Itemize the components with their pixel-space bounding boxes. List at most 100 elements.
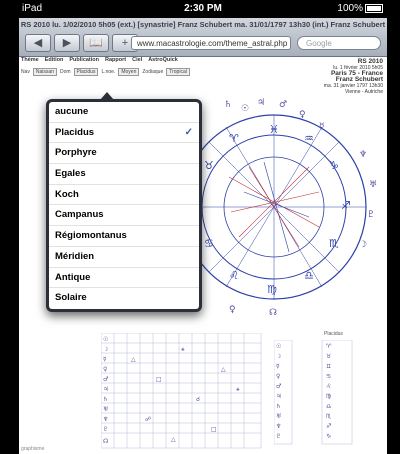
svg-text:⚹: ⚹ xyxy=(181,346,185,353)
battery-indicator: 100% xyxy=(337,3,383,14)
svg-text:♀: ♀ xyxy=(229,305,236,315)
svg-text:□: □ xyxy=(156,376,162,383)
svg-text:☊: ☊ xyxy=(103,438,108,445)
svg-text:♆: ♆ xyxy=(276,423,281,430)
houses-title: Placidus xyxy=(324,331,343,337)
svg-text:☊: ☊ xyxy=(269,308,277,317)
dom-label: Dom xyxy=(59,69,71,75)
option-campanus[interactable]: Campanus xyxy=(49,205,199,227)
option-antique[interactable]: Antique xyxy=(49,268,199,289)
back-button[interactable]: ◀ xyxy=(25,34,51,52)
svg-text:♂: ♂ xyxy=(279,100,287,110)
house-system-list: aucune Placidus ✓ Porphyre Egales Koch Ca… xyxy=(49,102,199,309)
search-field[interactable]: Google xyxy=(297,36,381,50)
option-label: Campanus xyxy=(55,209,104,221)
browser-nav: ◀ ▶ 📖 + xyxy=(25,34,138,52)
battery-label: 100% xyxy=(337,3,363,14)
ipad-frame: iPad 2:30 PM 100% RS 2010 lu. 1/02/2010 … xyxy=(0,0,400,454)
bookmarks-button[interactable]: 📖 xyxy=(83,34,109,52)
site-menu: Thème Edition Publication Rapport Ciel A… xyxy=(21,57,178,67)
svg-text:♄: ♄ xyxy=(103,396,108,403)
chart-info: RS 2010 lu. 1 février 2010 5h05 Paris 75… xyxy=(273,58,383,95)
svg-text:♂: ♂ xyxy=(276,383,281,390)
browser-chrome: RS 2010 lu. 1/02/2010 5h05 (ext.) [synas… xyxy=(19,18,387,57)
svg-text:☿: ☿ xyxy=(276,363,280,370)
svg-text:♍: ♍ xyxy=(267,283,277,296)
svg-text:♇: ♇ xyxy=(103,426,108,433)
svg-text:☉: ☉ xyxy=(276,343,281,350)
option-label: Méridien xyxy=(55,250,95,262)
option-porphyre[interactable]: Porphyre xyxy=(49,143,199,165)
svg-text:♀: ♀ xyxy=(299,110,306,120)
lunar-select[interactable]: Moyen xyxy=(118,68,140,76)
svg-text:☉: ☉ xyxy=(103,336,108,343)
svg-text:☽: ☽ xyxy=(359,240,367,250)
svg-text:☿: ☿ xyxy=(319,122,325,132)
svg-text:♑: ♑ xyxy=(326,433,331,440)
svg-text:☽: ☽ xyxy=(103,346,108,353)
svg-text:♑: ♑ xyxy=(329,159,339,172)
menu-theme[interactable]: Thème xyxy=(21,57,39,67)
option-label: Porphyre xyxy=(55,147,97,159)
svg-text:□: □ xyxy=(211,426,217,433)
option-solaire[interactable]: Solaire xyxy=(49,288,199,309)
svg-text:♇: ♇ xyxy=(276,433,281,440)
svg-text:♈: ♈ xyxy=(326,343,332,350)
option-koch[interactable]: Koch xyxy=(49,185,199,206)
battery-icon xyxy=(365,3,383,13)
svg-text:♀: ♀ xyxy=(103,366,107,373)
option-label: Placidus xyxy=(55,126,95,138)
svg-text:♃: ♃ xyxy=(276,393,281,400)
svg-text:♎: ♎ xyxy=(326,403,331,410)
option-label: aucune xyxy=(55,106,89,117)
status-bar: iPad 2:30 PM 100% xyxy=(19,0,387,18)
svg-text:♅: ♅ xyxy=(103,406,108,413)
clock: 2:30 PM xyxy=(184,3,222,14)
svg-text:△: △ xyxy=(131,356,136,363)
zodiac-label: Zodiaque xyxy=(142,69,164,75)
menu-astroquick[interactable]: AstroQuick xyxy=(148,57,178,67)
svg-text:☿: ☿ xyxy=(103,356,107,363)
zodiac-select[interactable]: Tropical xyxy=(166,68,190,76)
house-system-popover: aucune Placidus ✓ Porphyre Egales Koch Ca… xyxy=(46,92,202,312)
url-field[interactable]: www.macastrologie.com/theme_astral.php xyxy=(131,36,291,50)
svg-text:△: △ xyxy=(171,436,176,443)
svg-text:♒: ♒ xyxy=(304,132,314,145)
nav-select[interactable]: Naissan xyxy=(32,68,57,76)
svg-text:♌: ♌ xyxy=(326,383,331,390)
menu-ciel[interactable]: Ciel xyxy=(132,57,142,67)
svg-text:☉: ☉ xyxy=(241,104,249,114)
svg-text:♉: ♉ xyxy=(204,159,214,172)
svg-text:♍: ♍ xyxy=(326,393,331,400)
info-place2: Vienne - Autriche xyxy=(345,89,383,95)
page-title: RS 2010 lu. 1/02/2010 5h05 (ext.) [synas… xyxy=(20,20,386,29)
svg-text:♋: ♋ xyxy=(204,237,214,250)
footer-label: graphisme xyxy=(21,446,45,452)
menu-edition[interactable]: Edition xyxy=(45,57,64,67)
forward-button[interactable]: ▶ xyxy=(54,34,80,52)
svg-text:♌: ♌ xyxy=(229,269,239,282)
option-label: Egales xyxy=(55,168,86,180)
option-placidus[interactable]: Placidus ✓ xyxy=(49,123,199,144)
svg-text:♐: ♐ xyxy=(326,423,331,430)
svg-text:♂: ♂ xyxy=(103,376,108,383)
dom-select[interactable]: Placidus xyxy=(73,68,99,76)
option-egales[interactable]: Egales xyxy=(49,164,199,185)
option-regiomontanus[interactable]: Régiomontanus xyxy=(49,226,199,247)
svg-text:♆: ♆ xyxy=(359,150,367,160)
svg-text:☍: ☍ xyxy=(145,416,151,423)
option-label: Solaire xyxy=(55,292,87,304)
svg-text:♅: ♅ xyxy=(276,413,281,420)
menu-publication[interactable]: Publication xyxy=(69,57,99,67)
svg-text:☌: ☌ xyxy=(196,396,200,403)
svg-text:♆: ♆ xyxy=(103,416,108,423)
svg-text:♓: ♓ xyxy=(269,123,279,136)
option-aucune[interactable]: aucune xyxy=(49,102,199,123)
option-label: Koch xyxy=(55,188,79,200)
houses-table: Placidus ☉ ☽ ☿ ♀ ♂ ♃ ♄ ♅ ♆ ♇ ♈ ♉ ♊ ♋ ♌ ♍ ♎ ♏ ♐ ♑ xyxy=(273,331,354,445)
option-meridien[interactable]: Méridien xyxy=(49,247,199,268)
safari-screen: RS 2010 lu. 1/02/2010 5h05 (ext.) [synas… xyxy=(19,18,387,454)
svg-text:♋: ♋ xyxy=(326,373,331,380)
option-label: Régiomontanus xyxy=(55,230,127,242)
menu-rapport[interactable]: Rapport xyxy=(105,57,126,67)
